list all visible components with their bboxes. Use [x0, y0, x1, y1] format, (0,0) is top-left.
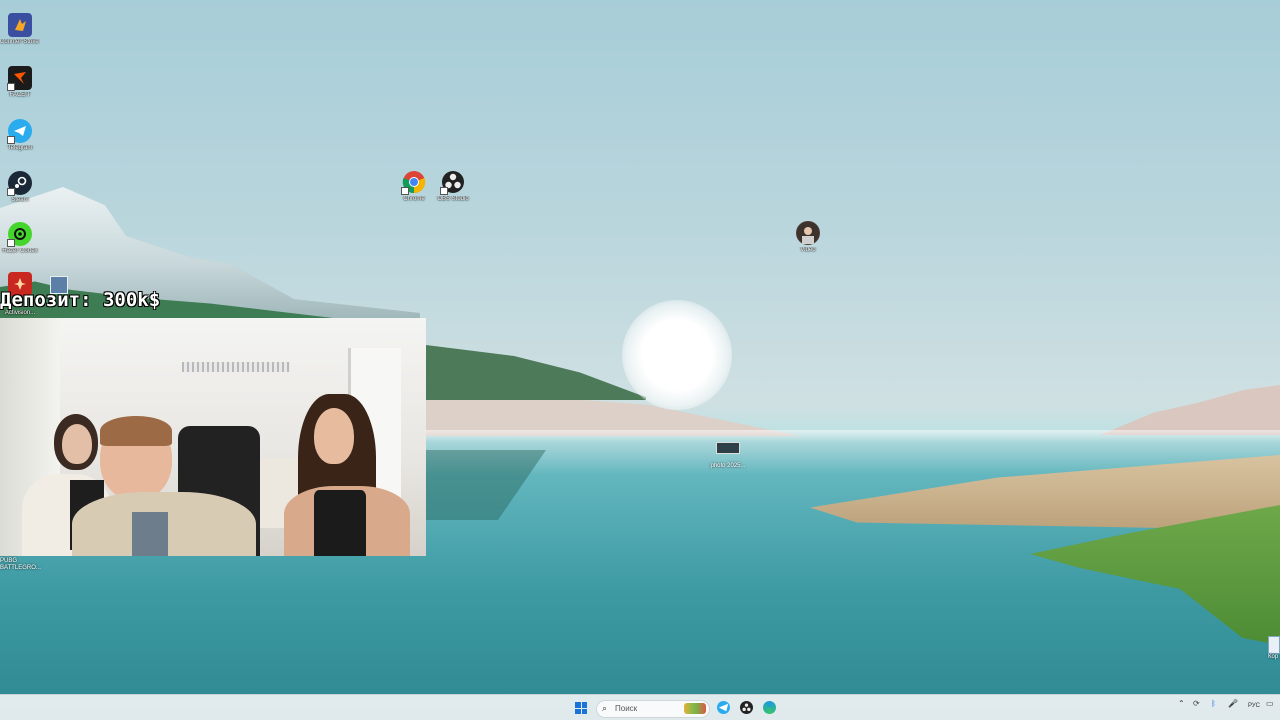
desktop-icon-obs[interactable]: OBS Studio — [433, 170, 473, 203]
tray-notification-icon[interactable]: ▭ — [1266, 699, 1274, 708]
faceit-icon — [7, 66, 32, 91]
search-placeholder: Поиск — [615, 704, 638, 713]
desktop-icon-label: Telegram — [7, 145, 33, 151]
desktop-icon-label: FACEIT — [9, 92, 31, 98]
desktop-icon-video[interactable]: Video — [788, 221, 828, 254]
desktop-icon-label: Activision... — [4, 310, 36, 316]
desktop-icon-label: Steam — [11, 197, 29, 203]
wallpaper-water-reflection — [426, 450, 546, 520]
tray-bluetooth-icon[interactable]: ᛒ — [1211, 699, 1216, 708]
desktop-icon-label: Razer Cortex — [2, 248, 38, 254]
desktop-icon-label: Counter-Strike 2 — [0, 39, 40, 45]
taskbar-obs-studio-icon[interactable] — [740, 701, 753, 714]
desktop-icon-label: OBS Studio — [437, 196, 469, 202]
desktop-icon-telegram[interactable]: Telegram — [0, 119, 40, 152]
desktop-icon-photo[interactable]: photo 2025... — [700, 442, 756, 472]
desktop-icon-label: photo 2025... — [710, 463, 746, 469]
search-icon: ⌕ — [602, 703, 608, 713]
webcam-feed — [0, 318, 426, 556]
telegram-icon — [7, 119, 32, 144]
desktop-icon-recycle-bin[interactable]: Кор — [1268, 636, 1280, 660]
desktop-icon-label: Chrome — [403, 196, 425, 202]
taskbar: ⌕ Поиск ⌃ ⟳ ᛒ 🎤 РУС ▭ — [0, 694, 1280, 720]
taskbar-search-box[interactable]: ⌕ Поиск — [596, 700, 710, 718]
desktop-icon-label: Video — [800, 247, 816, 253]
deposit-overlay-text: Депозит: 300k$ — [0, 289, 161, 311]
wallpaper-trees-mid — [426, 345, 646, 400]
steam-icon — [7, 171, 32, 196]
user-photo-icon — [796, 221, 820, 245]
tray-language[interactable]: РУС — [1248, 703, 1260, 709]
search-highlight-icon — [684, 703, 706, 714]
tray-microphone-icon[interactable]: 🎤 — [1228, 699, 1238, 708]
wallpaper-horizon — [380, 430, 1280, 442]
wallpaper-sun — [622, 300, 732, 410]
desktop-icon-label: PUBG BATTLEGRO... — [0, 558, 41, 571]
webcam-ceiling-vent — [182, 362, 290, 372]
desktop-icon-pubg[interactable]: PUBG BATTLEGRO... — [0, 558, 44, 572]
desktop-icon-steam[interactable]: Steam — [0, 171, 40, 204]
windows-start-icon[interactable] — [575, 702, 587, 714]
taskbar-telegram-icon[interactable] — [717, 701, 730, 714]
desktop-icon-faceit[interactable]: FACEIT — [0, 66, 40, 99]
tray-chevron-up-icon[interactable]: ⌃ — [1178, 699, 1185, 708]
desktop-icon-label: Кор — [1268, 654, 1279, 660]
obs-studio-icon — [440, 170, 465, 195]
desktop-icon-counter-strike[interactable]: Counter-Strike 2 — [0, 13, 40, 46]
image-file-icon — [716, 442, 740, 454]
desktop-icon-chrome[interactable]: Chrome — [394, 170, 434, 203]
chrome-icon — [401, 170, 426, 195]
wallpaper-hill-right — [1100, 385, 1280, 435]
razer-cortex-icon — [7, 222, 32, 247]
tray-sync-icon[interactable]: ⟳ — [1193, 699, 1200, 708]
counter-strike-icon — [8, 13, 32, 37]
taskbar-edge-icon[interactable] — [763, 701, 776, 714]
desktop: Counter-Strike 2 FACEIT Telegram Steam R… — [0, 0, 1280, 720]
recycle-bin-icon — [1268, 636, 1280, 654]
desktop-icon-razer-cortex[interactable]: Razer Cortex — [0, 222, 40, 255]
